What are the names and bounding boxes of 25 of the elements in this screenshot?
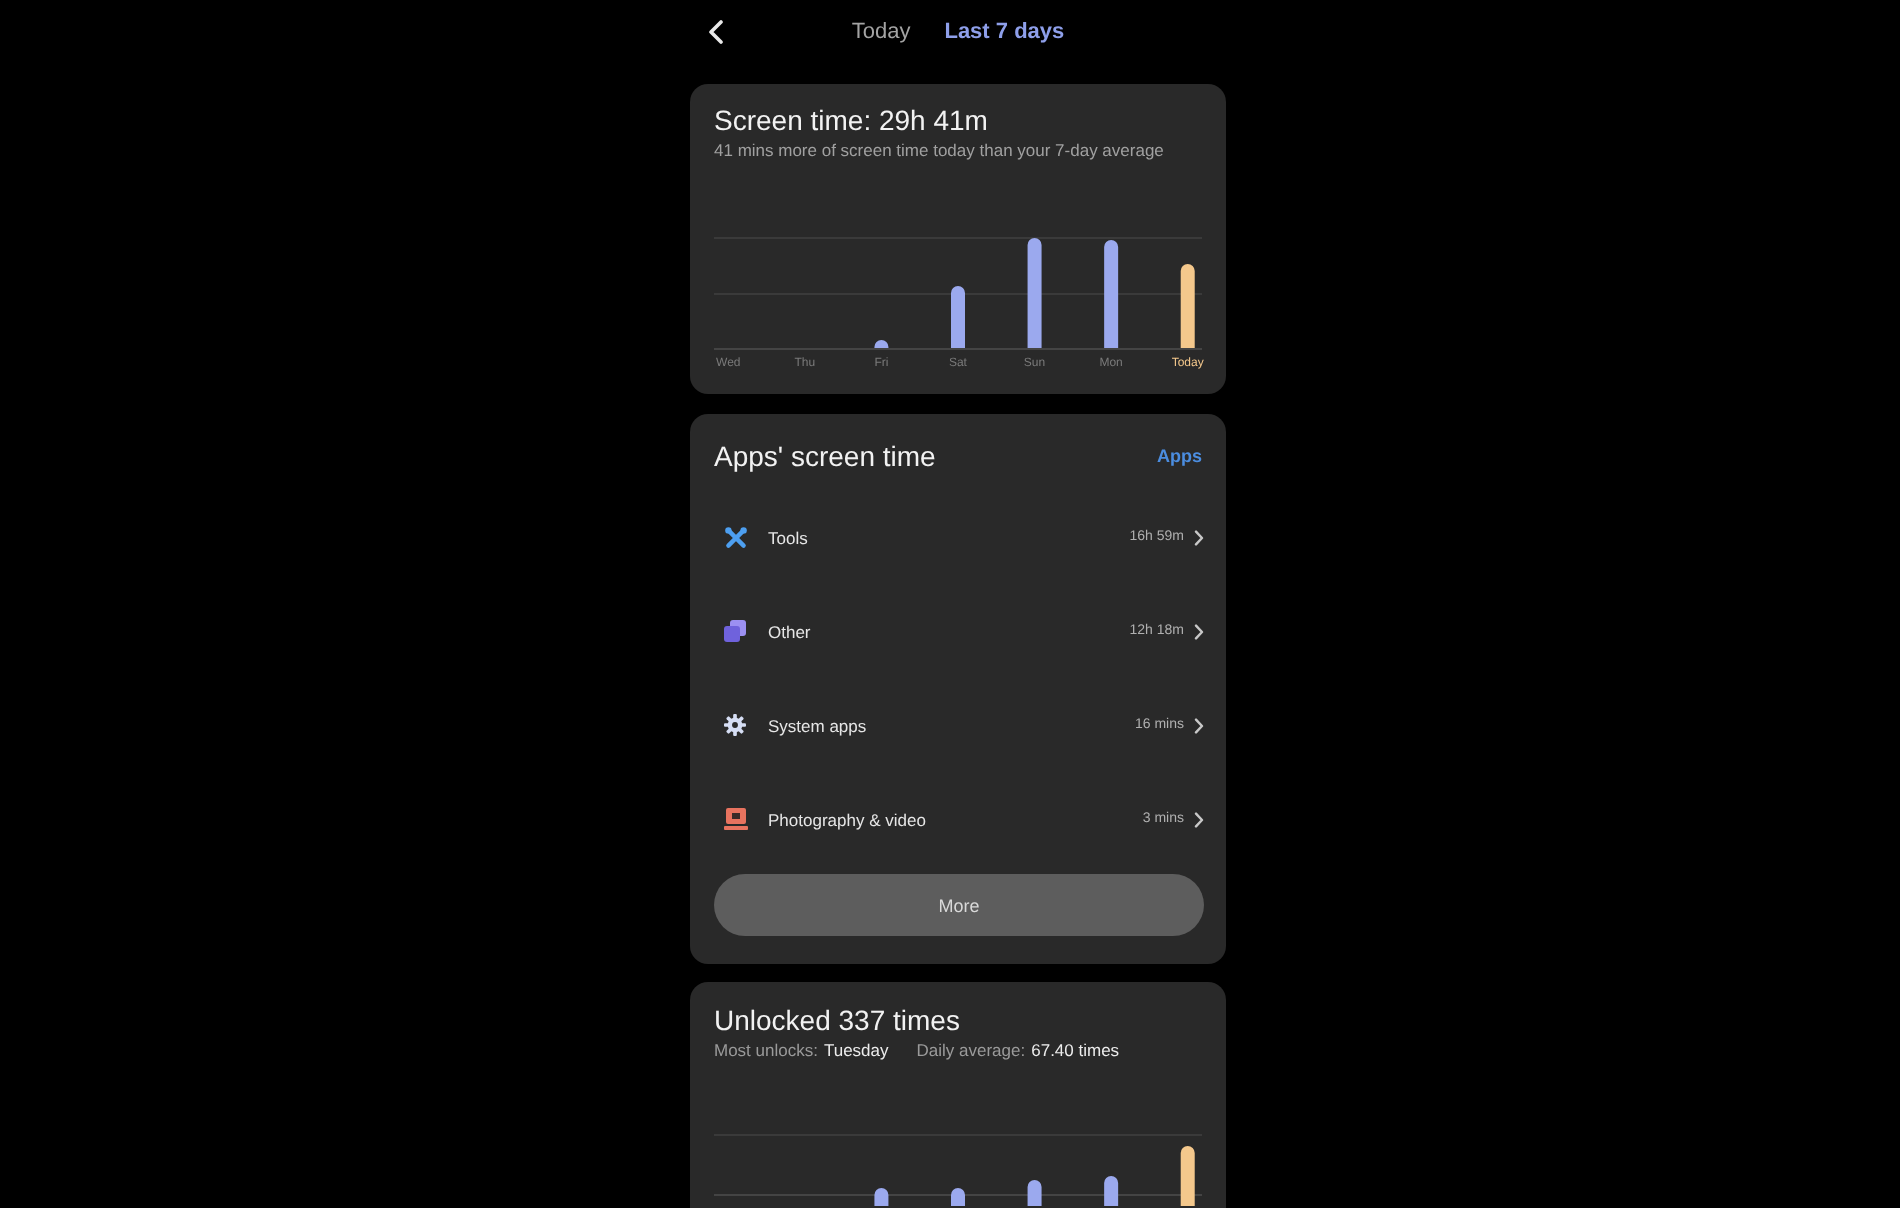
tab[interactable]: Today (851, 18, 911, 46)
back-icon[interactable] (708, 20, 724, 44)
app-name[interactable]: System apps (768, 715, 1135, 735)
stat-value: 67.40 times (1031, 1038, 1120, 1062)
card-title: Screen time: 29h 41m (712, 102, 990, 138)
stat-value: Tuesday (823, 1038, 889, 1062)
chevron-right-icon[interactable] (1194, 811, 1204, 827)
tools-icon (724, 525, 748, 549)
app-name[interactable]: Other (768, 621, 1130, 641)
apps-link[interactable]: Apps (1157, 446, 1202, 466)
card-title: Apps' screen time (712, 438, 936, 474)
chevron-right-icon[interactable] (1194, 529, 1204, 545)
gear-icon (724, 714, 746, 736)
app-name[interactable]: Tools (768, 527, 1130, 547)
card-subtitle: 41 mins more of screen time today than your 7-day average (712, 138, 1166, 162)
chevron-right-icon[interactable] (1194, 717, 1204, 733)
tab[interactable]: Last 7 days (944, 18, 1065, 46)
more-button[interactable]: More (714, 874, 1204, 936)
chevron-right-icon[interactable] (1194, 623, 1204, 639)
stacked-squares-icon (724, 620, 746, 642)
monitor-icon (724, 808, 748, 830)
stat-label: Most unlocks: (714, 1038, 818, 1062)
card-title: Unlocked 337 times (712, 1002, 962, 1038)
stat-label: Daily average: (916, 1038, 1026, 1062)
app-name[interactable]: Photography & video (768, 809, 1143, 829)
